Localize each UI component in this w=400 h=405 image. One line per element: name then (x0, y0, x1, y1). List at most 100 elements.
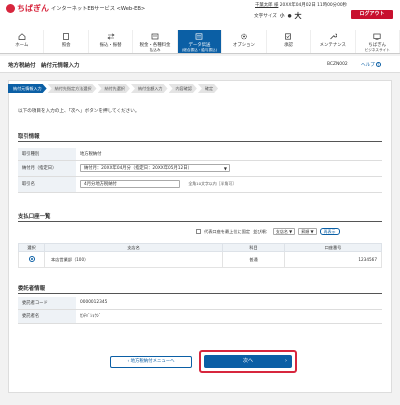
main-nav: ホーム 照会 振込・振替 税金・各種料金 払込み データ伝送 (総合振込・給与振… (0, 30, 400, 54)
account-radio[interactable] (28, 256, 35, 262)
payer-code-value: 0000012345 (76, 297, 382, 310)
table-row: 取引名 4月分地方税納付 全角10文字以内［半角可］ (18, 176, 382, 193)
transaction-name-cell: 4月分地方税納付 全角10文字以内［半角可］ (76, 176, 382, 193)
payment-month-select[interactable]: 納付月：20XX年04月分（指定日：20XX年05月12日） ▼ (80, 164, 230, 172)
sort-key-select[interactable]: 支店名 ▼ (272, 228, 296, 235)
nav-business-site[interactable]: ちばぎん ビジネスサイト (356, 30, 400, 53)
table-row[interactable]: 本店営業部（100） 普通 1234567 (18, 251, 382, 268)
payer-section-title: 委託者情報 (18, 286, 45, 292)
transaction-table: 取引種別 地方税納付 納付月（指定日） 納付月：20XX年04月分（指定日：20… (18, 148, 382, 193)
branch-cell: 本店営業部（100） (44, 251, 223, 268)
nav-data-transfer-sub: (総合振込・給与振込) (181, 48, 218, 52)
gear-icon (240, 33, 248, 40)
transaction-type-value: 地方税納付 (76, 148, 382, 161)
document-search-icon (62, 33, 70, 40)
col-select: 選択 (18, 243, 45, 252)
table-row: 委託者名 ｶ)ﾁﾊﾞｼｮｳｼﾞ (18, 309, 382, 324)
sort-label: 並び順： (253, 228, 270, 234)
row-label: 取引名 (18, 176, 76, 193)
payer-table: 委託者コード 0000012345 委託者名 ｶ)ﾁﾊﾞｼｮｳｼﾞ (18, 297, 382, 324)
nav-home[interactable]: ホーム (0, 30, 45, 53)
nav-transfer-label: 振込・振替 (99, 43, 122, 48)
nav-transfer[interactable]: 振込・振替 (89, 30, 134, 53)
step-4: 納付金額入力 (131, 84, 168, 93)
resort-button[interactable]: 再表示 (319, 228, 340, 235)
step-6: 確定 (198, 84, 218, 93)
page-title: 地方税納付 納付元情報入力 (8, 63, 80, 69)
content-card (8, 80, 392, 393)
accounts-table: 選択 支店名 科目 口座番号 本店営業部（100） 普通 1234567 (18, 243, 382, 268)
step-3: 納付先選択 (98, 84, 130, 93)
nav-home-label: ホーム (15, 43, 29, 48)
account-type-cell: 普通 (222, 251, 285, 268)
back-to-menu-button[interactable]: ‹ 地方税納付メニューへ (110, 356, 192, 368)
logout-button[interactable]: ログアウト (351, 10, 393, 19)
instruction-text: 以下の項目を入力の上、「次へ」ボタンを押してください。 (18, 109, 140, 114)
nav-options[interactable]: オプション (222, 30, 267, 53)
nav-maintenance-label: メンテナンス (319, 43, 346, 48)
bank-logo-text: ちばぎん (17, 4, 49, 13)
next-button[interactable]: 次へ › (204, 355, 292, 368)
step-indicator: 納付元情報入力 納付先指定方法選択 納付先選択 納付金額入力 内容確認 確定 (8, 84, 219, 93)
table-row: 納付月（指定日） 納付月：20XX年04月分（指定日：20XX年05月12日） … (18, 160, 382, 177)
select-cell (18, 251, 45, 268)
user-info: 千葉太郎 様 20XX年04月02日 11時00分00秒 (255, 2, 347, 8)
user-name[interactable]: 千葉太郎 様 (255, 3, 278, 8)
nav-tax-payment[interactable]: 税金・各種料金 払込み (133, 30, 178, 53)
transaction-section-title: 取引情報 (18, 134, 40, 140)
sort-controls: 代表口座を最上位に固定 並び順： 支店名 ▼ 昇順 ▼ 再表示 (196, 228, 340, 235)
data-transfer-icon (195, 33, 203, 40)
transfer-icon (107, 33, 115, 40)
nav-options-label: オプション (232, 43, 255, 48)
col-account-number: 口座番号 (284, 243, 382, 252)
help-link[interactable]: ヘルプ? (361, 62, 381, 68)
table-row: 取引種別 地方税納付 (18, 148, 382, 161)
font-size-label: 文字サイズ (254, 14, 277, 19)
home-icon (18, 33, 26, 40)
table-header-row: 選択 支店名 科目 口座番号 (18, 243, 382, 252)
col-type: 科目 (222, 243, 285, 252)
nav-data-transfer[interactable]: データ伝送 (総合振込・給与振込) (177, 30, 223, 53)
nav-inquiry[interactable]: 照会 (44, 30, 89, 53)
row-label: 取引種別 (18, 148, 76, 161)
help-label: ヘルプ (361, 63, 375, 68)
sort-order-select[interactable]: 昇順 ▼ (298, 228, 317, 235)
row-label: 委託者名 (18, 309, 76, 324)
chevron-down-icon: ▼ (223, 166, 227, 171)
step-5: 内容確認 (169, 84, 197, 93)
transaction-name-input[interactable]: 4月分地方税納付 (80, 180, 180, 188)
approve-icon (284, 33, 292, 40)
nav-approval-label: 承認 (283, 43, 293, 48)
sort-order-value: 昇順 (301, 229, 310, 234)
back-button-label: 地方税納付メニューへ (130, 359, 175, 364)
tax-payment-icon (151, 33, 159, 40)
account-number-cell: 1234567 (284, 251, 382, 268)
row-label: 納付月（指定日） (18, 160, 76, 177)
next-button-label: 次へ (242, 358, 253, 364)
accounts-section-title: 支払口座一覧 (18, 214, 51, 220)
pin-main-account-checkbox[interactable] (196, 229, 201, 234)
bank-logo[interactable]: ちばぎん インターネットEBサービス <Web-EB> (6, 3, 145, 14)
highlight-frame: 次へ › (199, 350, 297, 373)
transaction-name-note: 全角10文字以内［半角可］ (188, 181, 237, 186)
font-size-large[interactable]: 大 (294, 11, 301, 21)
payment-month-cell: 納付月：20XX年04月分（指定日：20XX年05月12日） ▼ (76, 160, 382, 177)
font-size-switcher: 文字サイズ 小 ● 大 (254, 11, 301, 21)
nav-tax-payment-sub: 払込み (149, 48, 161, 52)
nav-approval[interactable]: 承認 (267, 30, 312, 53)
page-header: 地方税納付 納付元情報入力 BCZN002 ヘルプ? (0, 56, 400, 73)
screen-id: BCZN002 (327, 62, 348, 67)
font-size-medium-icon[interactable]: ● (287, 14, 291, 19)
header: ちばぎん インターネットEBサービス <Web-EB> 千葉太郎 様 20XX年… (0, 0, 400, 30)
last-login: 20XX年04月02日 11時00分00秒 (279, 3, 348, 8)
nav-maintenance[interactable]: メンテナンス (311, 30, 356, 53)
wrench-icon (329, 33, 338, 40)
table-row: 委託者コード 0000012345 (18, 297, 382, 310)
font-size-small[interactable]: 小 (280, 13, 285, 19)
row-label: 委託者コード (18, 297, 76, 310)
nav-inquiry-label: 照会 (61, 43, 71, 48)
step-1: 納付元情報入力 (8, 84, 47, 93)
business-site-icon (373, 33, 381, 40)
payment-month-selected: 納付月：20XX年04月分（指定日：20XX年05月12日） (84, 166, 192, 171)
nav-business-site-sub: ビジネスサイト (364, 48, 390, 52)
